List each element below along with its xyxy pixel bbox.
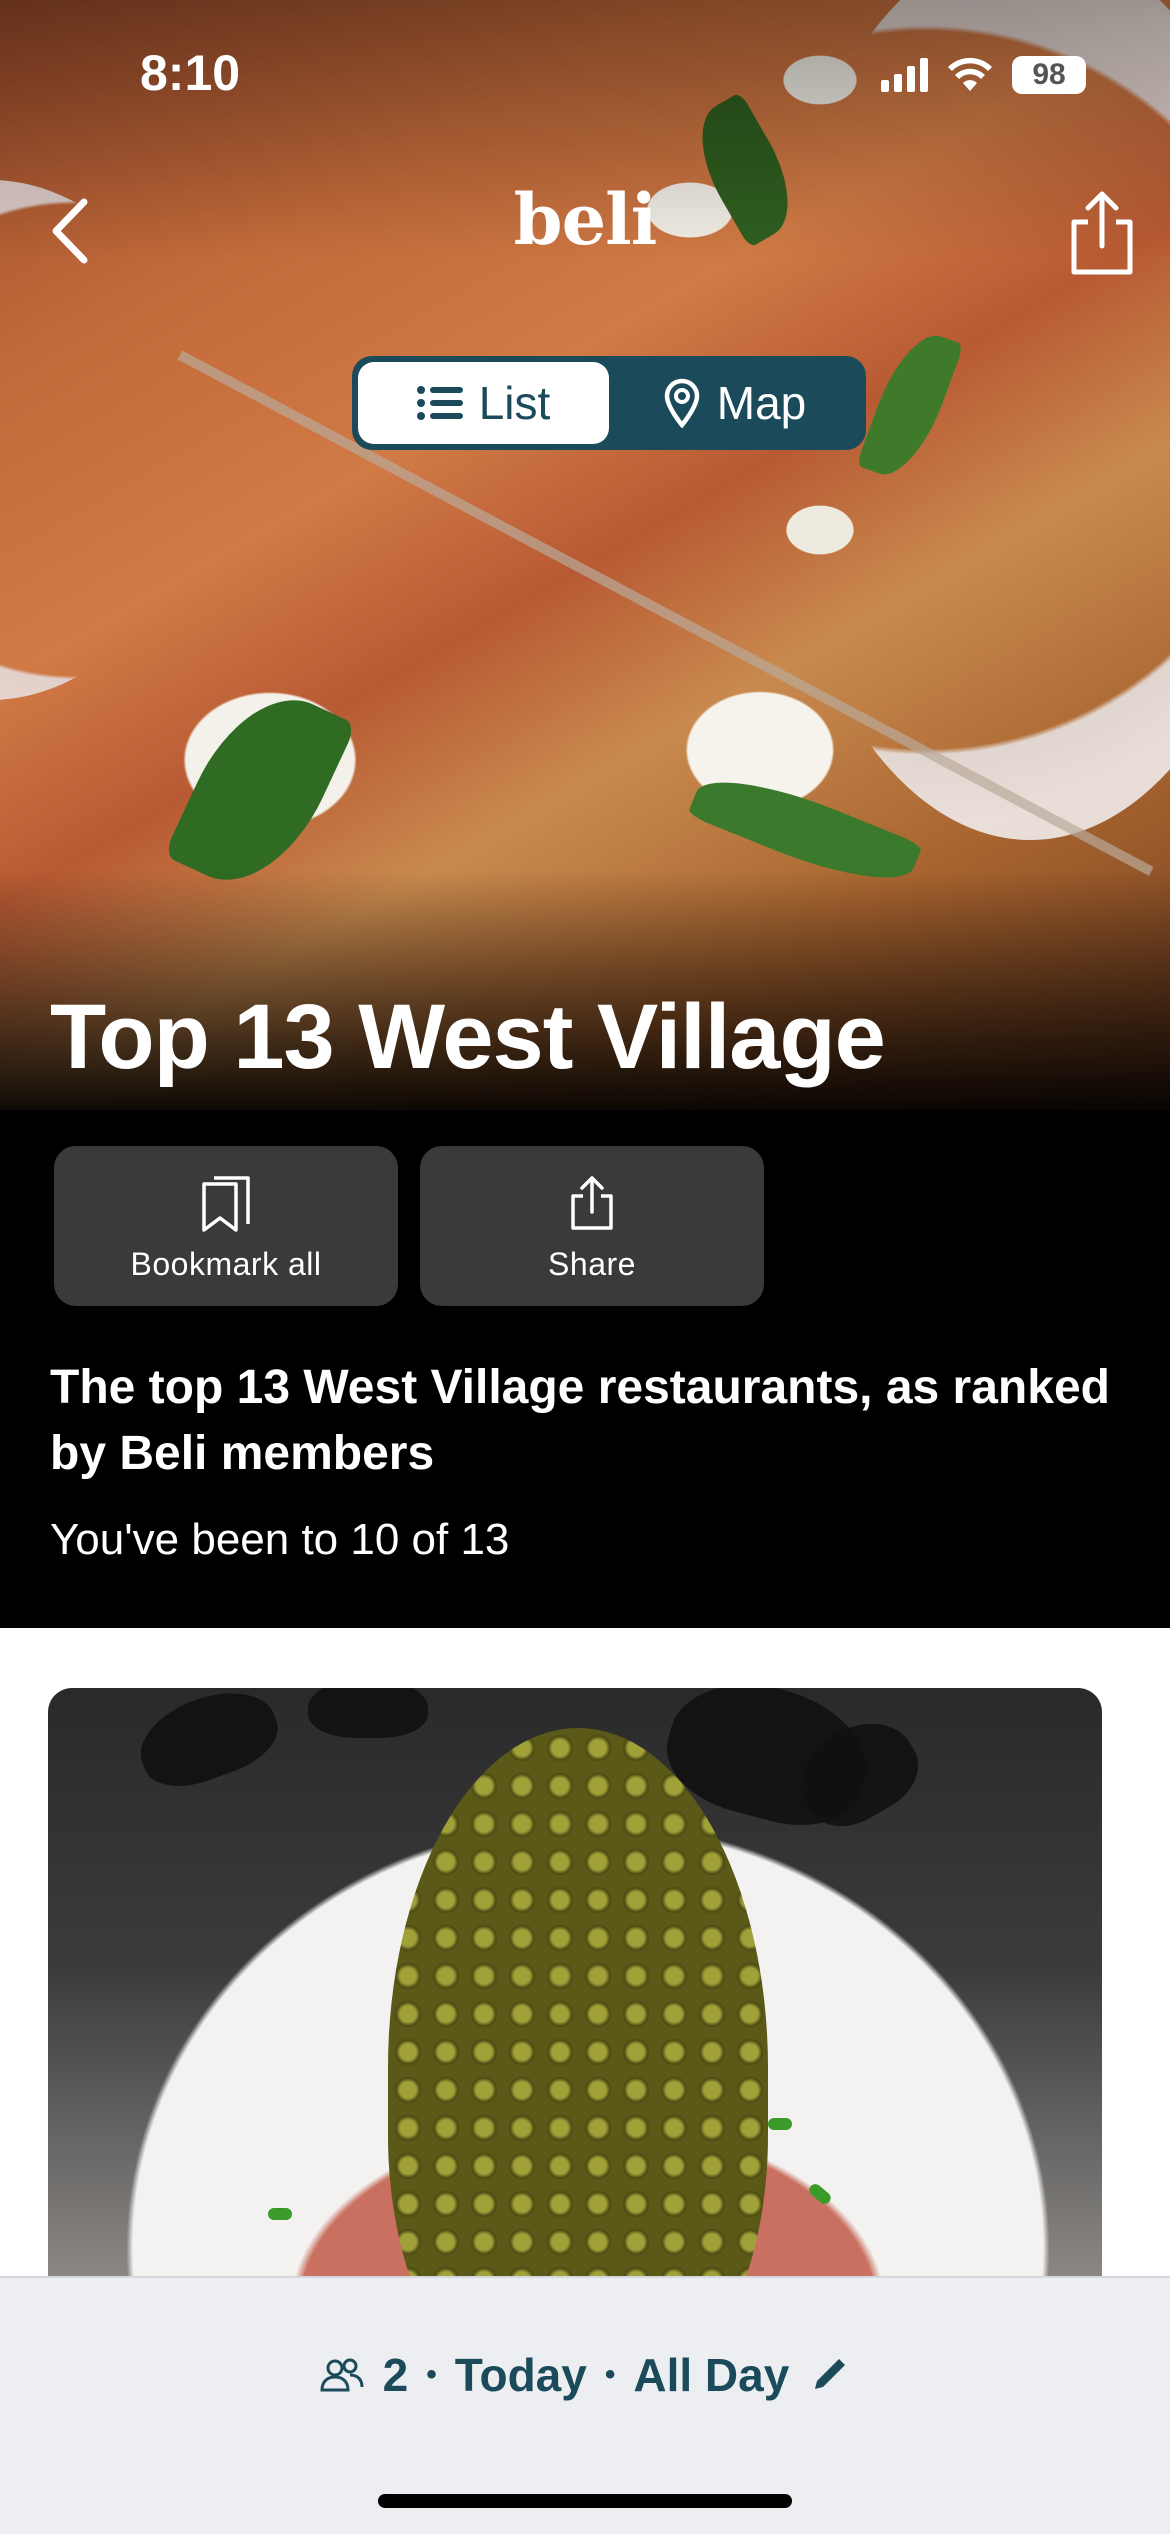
party-size-icon [320, 2358, 364, 2392]
separator: • [604, 2358, 616, 2391]
share-icon[interactable] [1064, 188, 1140, 278]
page-title: Top 13 West Village [50, 986, 886, 1088]
status-time: 8:10 [140, 45, 241, 101]
tab-list[interactable]: List [358, 362, 609, 444]
reservation-day: Today [454, 2349, 587, 2401]
bookmark-all-button[interactable]: Bookmark all [54, 1146, 398, 1306]
tab-map[interactable]: Map [609, 362, 860, 444]
bookmark-all-label: Bookmark all [130, 1246, 322, 1282]
home-indicator [378, 2494, 792, 2508]
share-icon [571, 1176, 613, 1230]
reservation-filter-row[interactable]: 2 • Today • All Day [0, 2348, 1170, 2402]
battery-icon: 98 [1012, 56, 1086, 94]
visited-count: You've been to 10 of 13 [50, 1515, 510, 1564]
cellular-signal-icon [881, 58, 928, 92]
tab-list-label: List [478, 377, 551, 429]
tab-map-label: Map [716, 377, 807, 429]
brand-logo: beli [513, 178, 658, 261]
list-info-section: Bookmark all Share The top 13 West Villa… [0, 1110, 1170, 1628]
list-description: The top 13 West Village restaurants, as … [50, 1361, 1110, 1480]
edit-pencil-icon[interactable] [807, 2353, 851, 2397]
share-label: Share [548, 1246, 636, 1282]
list-icon [416, 386, 463, 420]
view-toggle: List Map [352, 356, 866, 450]
party-size: 2 [382, 2349, 409, 2401]
map-pin-icon [664, 378, 700, 428]
hero-image [0, 0, 1170, 1130]
reservation-time: All Day [633, 2349, 790, 2401]
wifi-icon [948, 57, 992, 91]
separator: • [426, 2358, 437, 2391]
bookmark-icon [202, 1176, 250, 1232]
share-button[interactable]: Share [420, 1146, 764, 1306]
status-icons: 98 [881, 56, 1086, 94]
